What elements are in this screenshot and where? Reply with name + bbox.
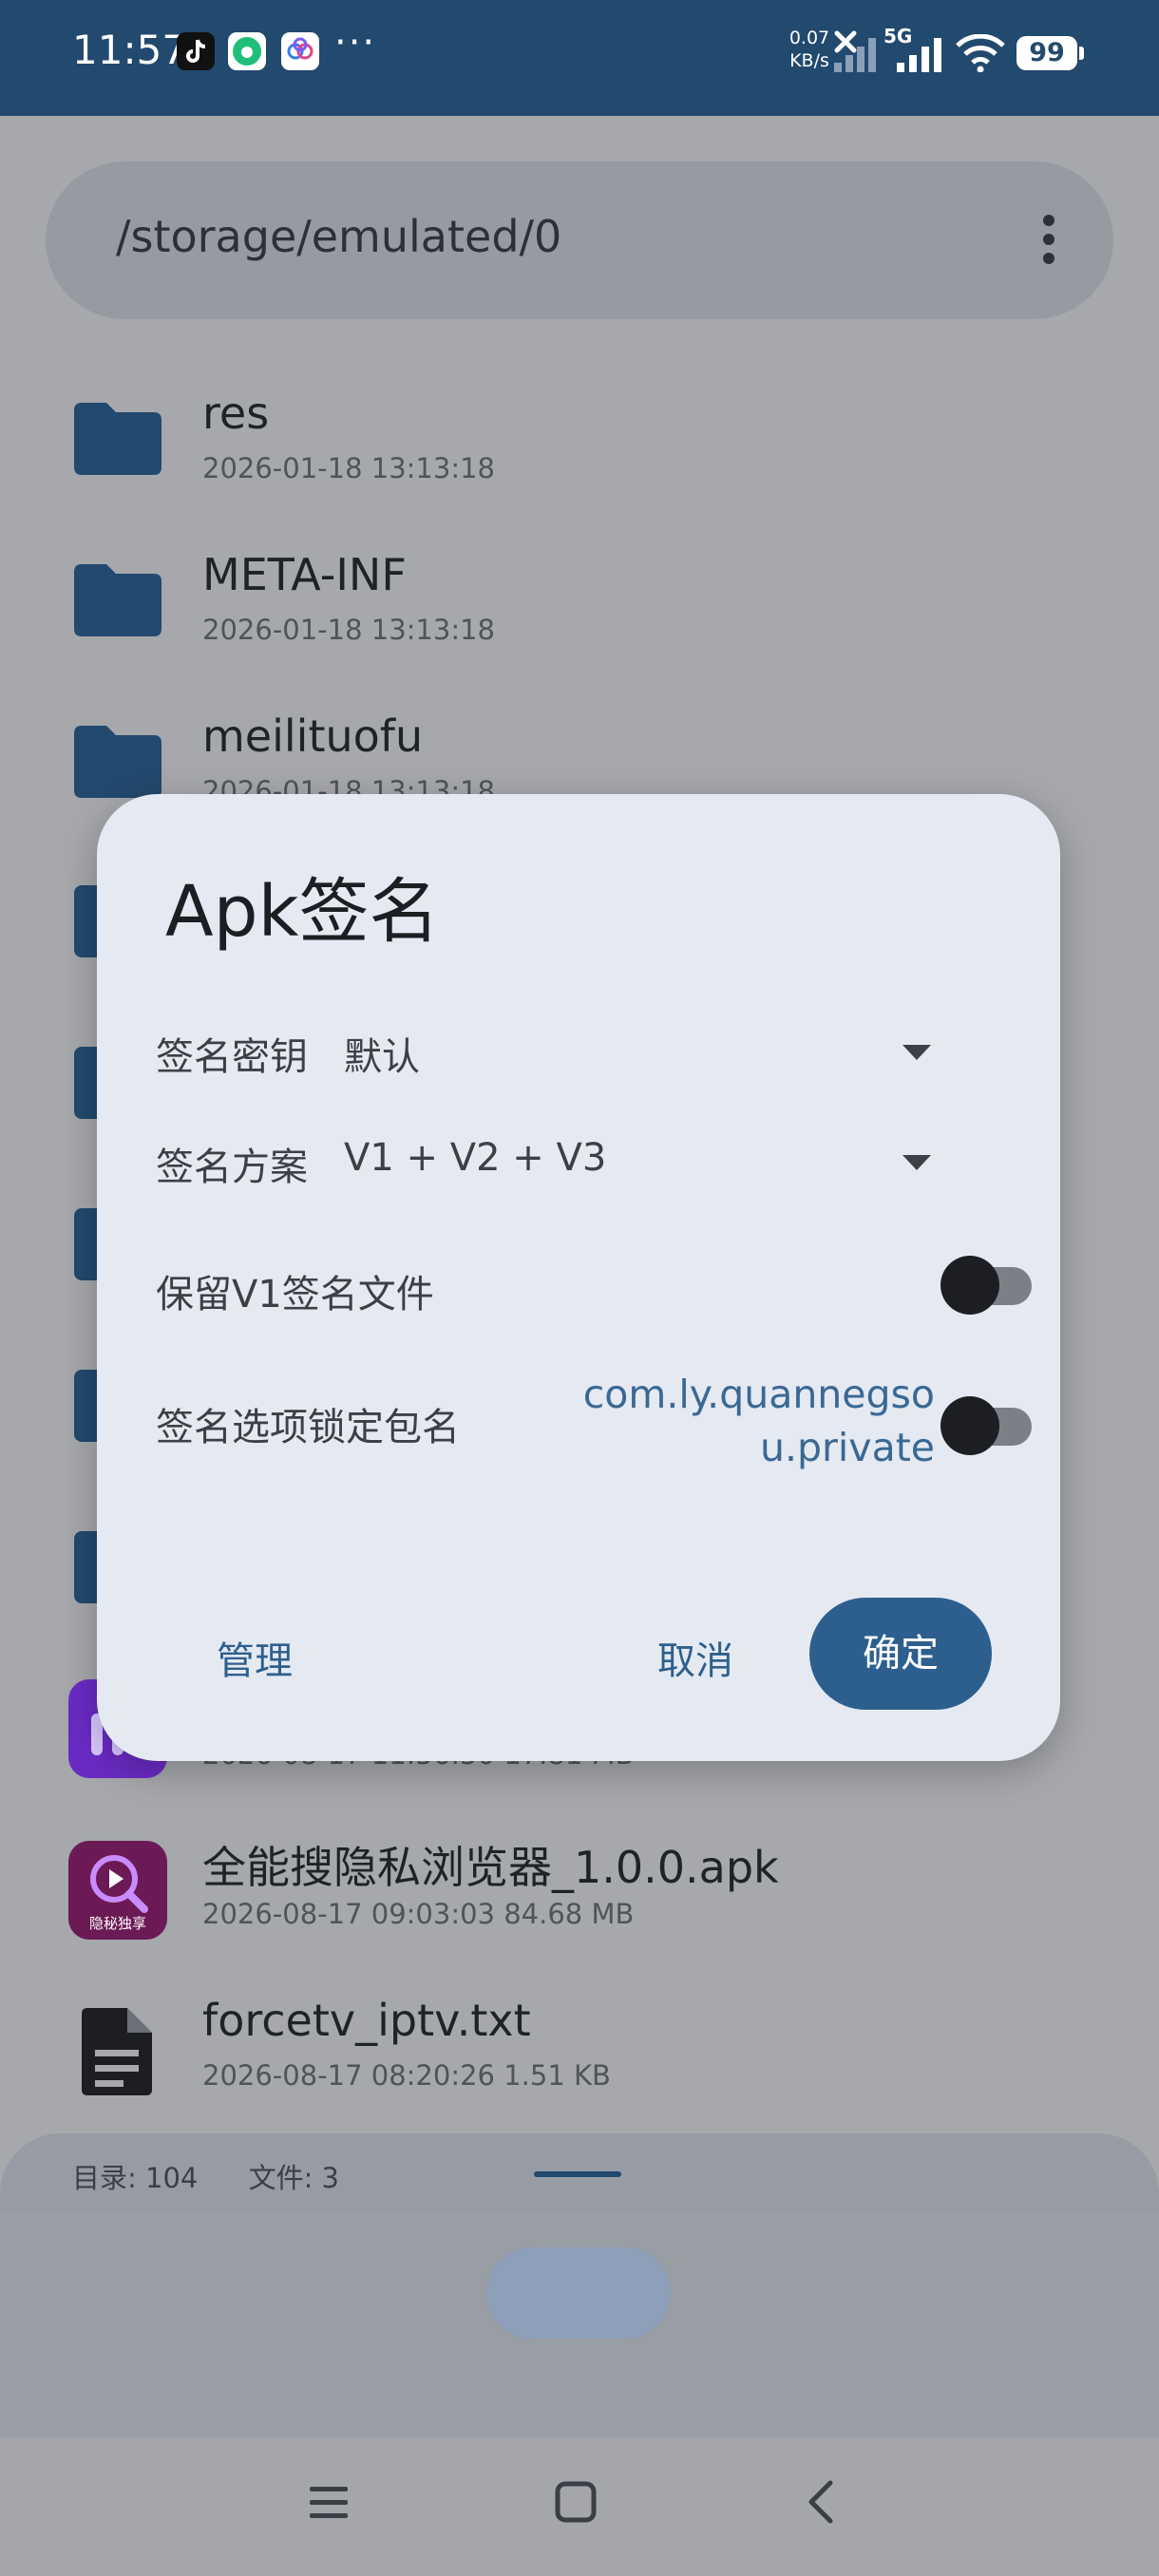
folder-icon: [74, 403, 162, 475]
keep-v1-label: 保留V1签名文件: [156, 1273, 434, 1316]
system-nav-bar: [0, 2437, 1159, 2576]
path-bar[interactable]: /storage/emulated/0: [46, 161, 1113, 319]
toggle-thumb: [940, 1256, 999, 1315]
folder-icon: [74, 564, 162, 636]
dialog-title: Apk签名: [165, 871, 440, 953]
toggle-thumb: [940, 1396, 999, 1455]
lock-package-label: 签名选项锁定包名: [156, 1406, 460, 1449]
file-row-browser-apk[interactable]: 隐秘独享 全能搜隐私浏览器_1.0.0.apk 2026-08-17 09:03…: [0, 1829, 1159, 1981]
chevron-down-icon: [902, 1155, 931, 1170]
package-name: com.ly.quannegsou.private: [582, 1372, 935, 1470]
net-speed-value: 0.07: [788, 28, 830, 48]
sign-key-dropdown[interactable]: 签名密钥 默认: [156, 1026, 1011, 1083]
file-row-meta-inf[interactable]: META-INF 2026-01-18 13:13:18: [0, 545, 1159, 697]
sign-scheme-label: 签名方案: [156, 1146, 308, 1189]
tiktok-app-icon: [177, 32, 215, 70]
signal-5g-icon: [897, 38, 941, 72]
sign-scheme-dropdown[interactable]: 签名方案 V1 + V2 + V3: [156, 1136, 1011, 1193]
file-meta: 2026-01-18 13:13:18: [202, 452, 495, 484]
directory-stats: 目录: 104 文件: 3: [72, 2156, 381, 2196]
wifi-icon: [956, 34, 1005, 72]
net-speed-unit: KB/s: [789, 50, 829, 71]
manage-button[interactable]: 管理: [217, 1630, 293, 1685]
battery-icon: 99: [1016, 36, 1084, 70]
status-bar: 11:57 ··· 0.07 KB/s 5G 99: [0, 0, 1159, 116]
drag-handle[interactable]: [534, 2171, 621, 2177]
dir-count: 目录: 104: [72, 2162, 199, 2194]
file-meta: 2026-01-18 13:13:18: [202, 614, 495, 646]
file-row-txt[interactable]: forcetv_iptv.txt 2026-08-17 08:20:26 1.5…: [0, 1991, 1159, 2143]
app-icon-label: 隐秘独享: [88, 1915, 146, 1932]
green-app-icon: [228, 32, 266, 70]
current-path: /storage/emulated/0: [116, 211, 562, 262]
keep-v1-row: 保留V1签名文件: [156, 1256, 1032, 1322]
network-speed: 0.07 KB/s: [781, 27, 838, 72]
keep-v1-toggle[interactable]: [940, 1256, 1032, 1315]
more-options-icon[interactable]: [1043, 215, 1056, 272]
file-name: META-INF: [202, 549, 407, 600]
sign-key-value: 默认: [344, 1035, 420, 1079]
chevron-down-icon: [902, 1045, 931, 1060]
signal-icon: [834, 38, 876, 72]
confirm-button[interactable]: 确定: [809, 1598, 992, 1710]
file-count: 文件: 3: [248, 2162, 340, 2194]
back-icon[interactable]: [804, 2479, 836, 2525]
lock-package-toggle[interactable]: [940, 1396, 1032, 1455]
home-icon[interactable]: [555, 2481, 597, 2523]
status-time: 11:57: [72, 27, 188, 73]
folder-icon: [74, 726, 162, 798]
browser-app-icon: 隐秘独享: [68, 1841, 167, 1940]
file-name: forcetv_iptv.txt: [202, 1995, 531, 2046]
bottom-panel: 目录: 104 文件: 3: [0, 2133, 1159, 2437]
action-pill-button[interactable]: [486, 2247, 671, 2339]
file-meta: 2026-08-17 09:03:03 84.68 MB: [202, 1898, 635, 1930]
file-name: meilituofu: [202, 710, 424, 762]
sign-key-label: 签名密钥: [156, 1035, 308, 1079]
file-name: 全能搜隐私浏览器_1.0.0.apk: [202, 1842, 779, 1893]
menu-icon[interactable]: [308, 2483, 350, 2521]
file-row-res[interactable]: res 2026-01-18 13:13:18: [0, 384, 1159, 536]
file-meta: 2026-08-17 08:20:26 1.51 KB: [202, 2059, 611, 2092]
cloud-app-icon: [281, 32, 319, 70]
more-notifications-icon: ···: [334, 21, 377, 65]
lock-package-row: 签名选项锁定包名 com.ly.quannegsou.private: [156, 1368, 1032, 1491]
text-file-icon: [82, 2008, 152, 2095]
sign-scheme-value: V1 + V2 + V3: [344, 1136, 607, 1180]
apk-sign-dialog: Apk签名 签名密钥 默认 签名方案 V1 + V2 + V3 保留V1签名文件…: [97, 794, 1060, 1761]
cancel-button[interactable]: 取消: [657, 1630, 733, 1685]
file-name: res: [202, 388, 270, 439]
